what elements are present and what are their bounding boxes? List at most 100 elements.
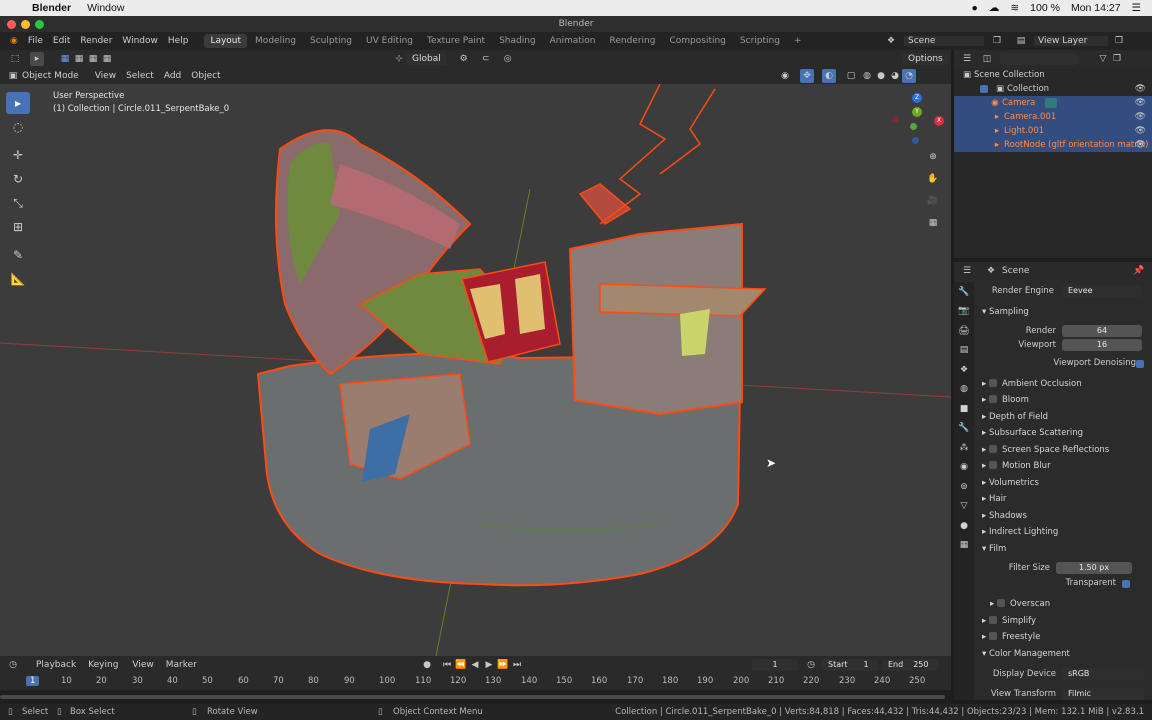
blender-logo-icon[interactable]: ◉ <box>10 36 18 46</box>
section-subsurface-scattering[interactable]: ▸ Subsurface Scattering <box>974 425 1152 441</box>
new-view-layer-icon[interactable]: ❐ <box>1112 34 1126 48</box>
tab-sculpting[interactable]: Sculpting <box>304 34 358 48</box>
mode-dropdown[interactable]: Object Mode <box>22 71 79 81</box>
current-frame-field[interactable]: 1 <box>752 659 798 671</box>
viewport-menu-add[interactable]: Add <box>164 71 181 81</box>
viewport-menu-view[interactable]: View <box>95 71 116 81</box>
camera-view-icon[interactable]: 🎥 <box>926 194 940 208</box>
collection-checkbox[interactable] <box>980 85 988 93</box>
constraints-tab-icon[interactable]: ⊚ <box>954 477 974 497</box>
select-tool-icon[interactable]: ▸ <box>30 52 44 66</box>
snap-icon[interactable]: ⊂ <box>479 52 493 66</box>
move-tool[interactable]: ✛ <box>6 144 30 166</box>
wireframe-shading-icon[interactable]: ◍ <box>860 69 874 83</box>
zoom-icon[interactable]: ⊕ <box>926 150 940 164</box>
overlay-toggle-icon[interactable]: ◐ <box>822 69 836 83</box>
3d-viewport[interactable]: ▣ Object Mode View Select Add Object ◉ ✥… <box>0 68 951 656</box>
close-window-button[interactable] <box>7 20 16 29</box>
physics-tab-icon[interactable]: ◉ <box>954 458 974 478</box>
scene-tab-icon[interactable]: ❖ <box>954 360 974 380</box>
tab-animation[interactable]: Animation <box>544 34 602 48</box>
overscan-checkbox[interactable] <box>996 599 1005 607</box>
tab-shading[interactable]: Shading <box>493 34 542 48</box>
render-tab-icon[interactable]: 📷 <box>954 302 974 322</box>
section-freestyle[interactable]: ▸ Freestyle <box>974 629 1152 645</box>
texture-tab-icon[interactable]: ▦ <box>954 536 974 556</box>
viewport-menu-object[interactable]: Object <box>191 71 220 81</box>
next-keyframe-icon[interactable]: ⏩ <box>496 658 510 672</box>
gizmo-y-axis[interactable]: Y <box>912 107 922 117</box>
ambient-occlusion-checkbox[interactable] <box>988 379 997 387</box>
bloom-checkbox[interactable] <box>988 395 997 403</box>
section-volumetrics[interactable]: ▸ Volumetrics <box>974 475 1152 491</box>
particles-tab-icon[interactable]: ⁂ <box>954 438 974 458</box>
clock[interactable]: Mon 14:27 <box>1071 2 1121 14</box>
section-bloom[interactable]: ▸ Bloom <box>974 392 1152 408</box>
control-center-icon[interactable]: ☰ <box>1132 2 1141 14</box>
section-sampling[interactable]: ▾ Sampling <box>974 304 1152 320</box>
orientation-icon[interactable]: ⊹ <box>392 52 406 66</box>
ssr-checkbox[interactable] <box>988 445 997 453</box>
pan-hand-icon[interactable]: ✋ <box>926 172 940 186</box>
annotate-tool[interactable]: ✎ <box>6 244 30 266</box>
section-simplify[interactable]: ▸ Simplify <box>974 613 1152 629</box>
section-depth-of-field[interactable]: ▸ Depth of Field <box>974 409 1152 425</box>
menu-render[interactable]: Render <box>80 36 112 46</box>
eye-icon[interactable]: 👁 <box>1135 96 1146 110</box>
scene-selector[interactable]: Scene <box>904 36 984 46</box>
jump-end-icon[interactable]: ⏭ <box>510 658 524 672</box>
gizmo-neg-z[interactable] <box>912 137 919 144</box>
section-film[interactable]: ▾ Film <box>974 541 1152 557</box>
scene-icon[interactable]: ❖ <box>884 34 898 48</box>
transform-tool[interactable]: ⊞ <box>6 216 30 238</box>
freestyle-checkbox[interactable] <box>988 632 997 640</box>
timeline-scrollbar[interactable] <box>0 695 945 699</box>
outliner-camera-001[interactable]: ▸ Camera.001 👁 <box>954 110 1152 124</box>
select-mode-subtract-icon[interactable]: ▦ <box>86 52 100 66</box>
cloud-icon[interactable]: ☁ <box>989 2 1000 14</box>
gizmo-toggle-icon[interactable]: ✥ <box>800 69 814 83</box>
menu-edit[interactable]: Edit <box>53 36 70 46</box>
select-box-tool[interactable]: ▸ <box>6 92 30 114</box>
view-layer-selector[interactable]: View Layer <box>1034 36 1108 46</box>
solid-shading-icon[interactable]: ● <box>874 69 888 83</box>
viewport-denoising-checkbox[interactable] <box>1136 360 1144 368</box>
data-tab-icon[interactable]: ▽ <box>954 497 974 517</box>
play-icon[interactable]: ▶ <box>482 658 496 672</box>
timeline-editor-icon[interactable]: ◷ <box>6 658 20 672</box>
section-overscan[interactable]: ▸ Overscan <box>974 596 1152 612</box>
eye-icon[interactable]: 👁 <box>1135 124 1146 138</box>
object-tab-icon[interactable]: ■ <box>954 399 974 419</box>
xray-toggle-icon[interactable]: ▢ <box>844 69 858 83</box>
material-shading-icon[interactable]: ◕ <box>888 69 902 83</box>
editor-type-icon[interactable]: ⬚ <box>8 52 22 66</box>
current-frame-marker[interactable]: 1 <box>26 676 40 686</box>
proportional-edit-icon[interactable]: ◎ <box>501 52 515 66</box>
visibility-icon[interactable]: ◉ <box>778 69 792 83</box>
add-workspace-button[interactable]: + <box>788 34 808 48</box>
measure-tool[interactable]: 📐 <box>6 268 30 290</box>
eye-icon[interactable]: 👁 <box>1135 82 1146 96</box>
outliner-camera[interactable]: ◉ Camera 👁 <box>954 96 1152 110</box>
rendered-shading-icon[interactable]: ◔ <box>902 69 916 83</box>
world-tab-icon[interactable]: ◍ <box>954 380 974 400</box>
section-indirect-lighting[interactable]: ▸ Indirect Lighting <box>974 524 1152 540</box>
gizmo-neg-y[interactable] <box>910 123 917 130</box>
record-icon[interactable]: ● <box>972 2 978 14</box>
cursor-tool[interactable]: ◌ <box>6 116 30 138</box>
properties-editor-icon[interactable]: ☰ <box>960 264 974 278</box>
select-mode-extend-icon[interactable]: ▦ <box>72 52 86 66</box>
render-engine-dropdown[interactable]: Eevee <box>1062 285 1142 297</box>
timeline-menu-playback[interactable]: Playback <box>36 660 76 670</box>
minimize-window-button[interactable] <box>21 20 30 29</box>
outliner-editor-icon[interactable]: ☰ <box>960 52 974 66</box>
tab-texture-paint[interactable]: Texture Paint <box>421 34 491 48</box>
motion-blur-checkbox[interactable] <box>988 461 997 469</box>
options-dropdown[interactable]: Options <box>902 53 949 65</box>
section-shadows[interactable]: ▸ Shadows <box>974 508 1152 524</box>
view-layer-tab-icon[interactable]: ▤ <box>954 341 974 361</box>
window-menu[interactable]: Window <box>87 2 124 14</box>
gizmo-neg-x[interactable] <box>892 116 899 123</box>
rotate-tool[interactable]: ↻ <box>6 168 30 190</box>
timeline-menu-keying[interactable]: Keying <box>88 660 118 670</box>
